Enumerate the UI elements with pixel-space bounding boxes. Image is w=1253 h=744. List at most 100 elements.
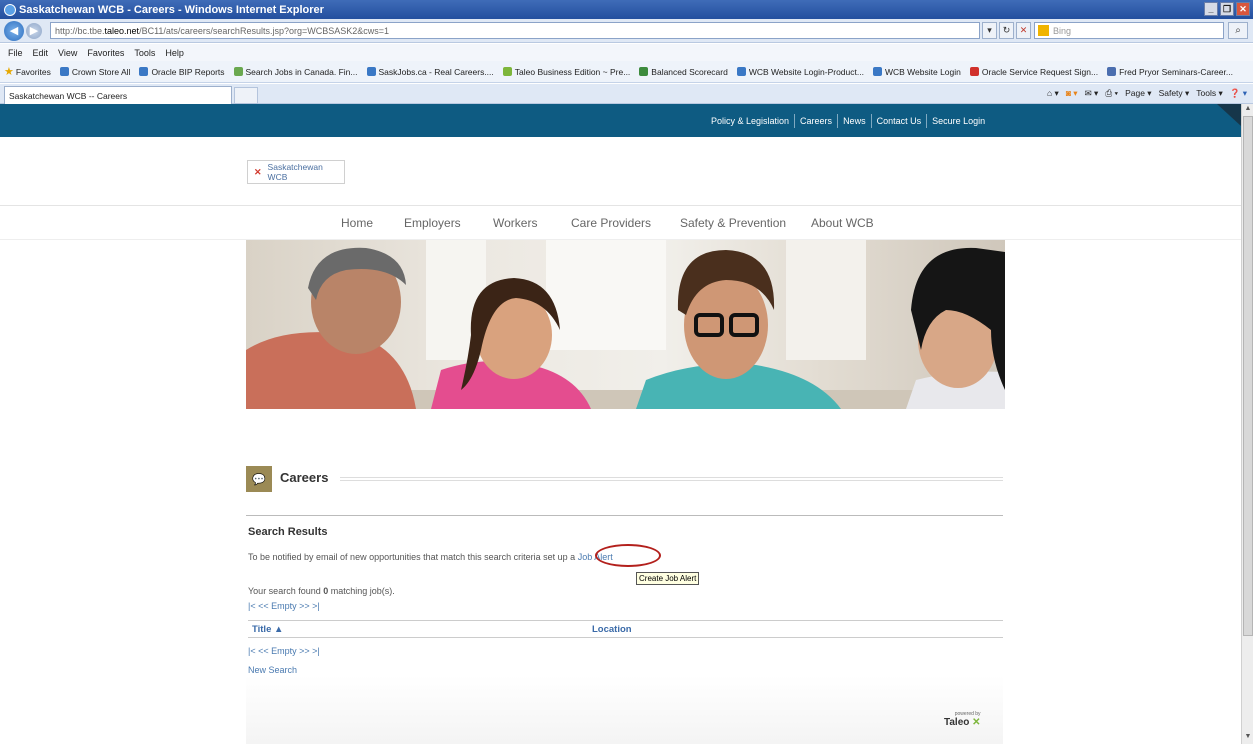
new-search-link-wrap: New Search	[248, 665, 297, 675]
pager-bottom: |< << Empty >> >|	[248, 646, 320, 656]
scroll-up-icon[interactable]: ▲	[1243, 105, 1253, 115]
scroll-down-icon[interactable]: ▼	[1243, 733, 1253, 743]
home-icon[interactable]: ⌂ ▾	[1047, 88, 1059, 99]
menu-favorites[interactable]: Favorites	[87, 48, 124, 58]
command-bar: ⌂ ▾ ◙ ▾ ✉ ▾ ⎙ ▾ Page ▾ Safety ▾ Tools ▾ …	[1047, 88, 1247, 99]
page-menu[interactable]: Page ▾	[1125, 88, 1151, 99]
nav-about-wcb[interactable]: About WCB	[811, 216, 874, 230]
search-results: Search Results To be notified by email o…	[246, 515, 1003, 744]
url-prefix: http://bc.tbe.	[55, 25, 105, 36]
feeds-icon[interactable]: ◙ ▾	[1066, 88, 1078, 99]
logo[interactable]: ✕ Saskatchewan WCB	[247, 160, 345, 184]
favorite-label: Crown Store All	[71, 66, 131, 77]
nav-safety-prevention[interactable]: Safety & Prevention	[680, 216, 786, 230]
taleo-wordmark: Taleo ✕	[944, 717, 981, 728]
new-search-link[interactable]: New Search	[248, 665, 297, 675]
favorite-label: Fred Pryor Seminars-Career...	[1119, 66, 1233, 77]
tab-careers[interactable]: Saskatchewan WCB -- Careers	[4, 86, 232, 104]
favorite-item[interactable]: Search Jobs in Canada. Fin...	[233, 67, 358, 77]
favorites-button[interactable]: Favorites	[16, 67, 51, 77]
nav-home[interactable]: Home	[341, 216, 373, 230]
ie-icon	[4, 3, 16, 16]
column-title[interactable]: Title ▲	[252, 624, 283, 635]
found-suffix: matching job(s).	[328, 586, 395, 596]
minimize-icon[interactable]: _	[1204, 2, 1218, 16]
favorite-item[interactable]: WCB Website Login	[872, 66, 961, 77]
nav-policy-legislation[interactable]: Policy & Legislation	[706, 113, 796, 128]
column-location[interactable]: Location	[592, 624, 632, 635]
page-icon	[1107, 67, 1117, 76]
refresh-icon[interactable]: ↻	[999, 22, 1014, 39]
vertical-scrollbar[interactable]: ▲ ▼	[1241, 104, 1253, 744]
page-icon	[139, 67, 149, 76]
menu-help[interactable]: Help	[165, 48, 184, 58]
menu-tools[interactable]: Tools	[134, 48, 155, 58]
favorite-item[interactable]: SaskJobs.ca - Real Careers....	[366, 66, 494, 77]
pager-top: |< << Empty >> >|	[248, 601, 320, 611]
nav-care-providers[interactable]: Care Providers	[571, 216, 651, 230]
address-field[interactable]: http://bc.tbe. taleo.net/BC11/ats/careers…	[50, 22, 980, 39]
nav-secure-login[interactable]: Secure Login	[927, 114, 990, 128]
hero-people-illustration	[246, 240, 1005, 409]
favorites-bar: ★ Favorites Crown Store All Oracle BIP R…	[0, 61, 1253, 83]
nav-workers[interactable]: Workers	[493, 216, 537, 230]
utility-bar: Policy & Legislation Careers News Contac…	[0, 104, 1241, 137]
broken-image-icon: ✕	[254, 166, 262, 177]
favorite-label: SaskJobs.ca - Real Careers....	[378, 66, 494, 77]
favorites-star-icon[interactable]: ★	[4, 65, 14, 78]
new-tab-button[interactable]	[234, 87, 258, 104]
hero-image	[246, 240, 1005, 409]
nav-employers[interactable]: Employers	[404, 216, 461, 230]
column-title-label: Title	[252, 624, 272, 635]
menu-bar: File Edit View Favorites Tools Help	[0, 44, 1253, 61]
address-buttons: ▾ ↻ ✕	[982, 22, 1031, 39]
nav-careers[interactable]: Careers	[795, 113, 839, 128]
menu-view[interactable]: View	[58, 48, 77, 58]
page-icon	[366, 67, 376, 76]
favorite-label: Balanced Scorecard	[651, 66, 728, 77]
favorite-item[interactable]: Balanced Scorecard	[639, 67, 728, 77]
favorite-item[interactable]: Taleo Business Edition ~ Pre...	[502, 66, 631, 77]
mail-icon[interactable]: ✉ ▾	[1085, 88, 1099, 99]
favorite-label: Oracle BIP Reports	[151, 66, 225, 77]
favorite-item[interactable]: Fred Pryor Seminars-Career...	[1107, 67, 1233, 77]
back-button[interactable]: ◀	[4, 20, 24, 41]
favorite-label: Oracle Service Request Sign...	[981, 66, 1099, 77]
favorites-label: Favorites	[15, 66, 51, 77]
help-icon[interactable]: ❓ ▾	[1230, 88, 1247, 99]
window-title-bar: Saskatchewan WCB - Careers - Windows Int…	[0, 0, 1253, 19]
restore-icon[interactable]: ❐	[1220, 2, 1234, 16]
page-icon	[502, 67, 512, 76]
taleo-x-icon: ✕	[972, 717, 981, 728]
main-nav: Home Employers Workers Care Providers Sa…	[0, 206, 1241, 240]
favorite-label: WCB Website Login	[884, 66, 961, 77]
stop-icon[interactable]: ✕	[1016, 22, 1031, 39]
tools-menu[interactable]: Tools ▾	[1196, 88, 1222, 99]
nav-contact-us[interactable]: Contact Us	[872, 113, 928, 128]
favorite-label: Taleo Business Edition ~ Pre...	[514, 66, 631, 77]
safety-menu[interactable]: Safety ▾	[1159, 88, 1190, 99]
forward-button[interactable]: ▶	[26, 22, 42, 39]
notify-label: To be notified by email of new opportuni…	[248, 552, 576, 562]
taleo-label: Taleo	[944, 717, 970, 728]
search-input[interactable]: Bing	[1034, 22, 1224, 39]
favorite-item[interactable]: Oracle Service Request Sign...	[969, 66, 1099, 77]
logo-alt-text: Saskatchewan WCB	[267, 162, 323, 182]
search-placeholder: Bing	[1053, 25, 1072, 36]
pager-links[interactable]: |< << Empty >> >|	[248, 601, 320, 611]
pager-links[interactable]: |< << Empty >> >|	[248, 646, 320, 656]
favorite-item[interactable]: Crown Store All	[59, 66, 131, 77]
close-icon[interactable]: ✕	[1236, 2, 1250, 16]
dropdown-icon[interactable]: ▾	[982, 22, 997, 39]
favorite-item[interactable]: WCB Website Login-Product...	[736, 67, 864, 77]
scroll-thumb[interactable]	[1243, 116, 1253, 636]
section-title: Careers	[280, 470, 329, 485]
sort-ascending-icon: ▲	[274, 624, 284, 635]
favorite-item[interactable]: Oracle BIP Reports	[139, 66, 225, 77]
menu-file[interactable]: File	[8, 48, 23, 58]
nav-news[interactable]: News	[838, 113, 872, 128]
window-controls: _ ❐ ✕	[1204, 2, 1250, 16]
print-icon[interactable]: ⎙ ▾	[1105, 88, 1118, 99]
menu-edit[interactable]: Edit	[33, 48, 49, 58]
search-icon[interactable]: ⌕	[1228, 22, 1248, 39]
